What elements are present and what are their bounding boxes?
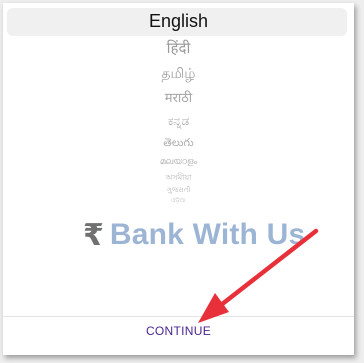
- language-option[interactable]: हिंदी: [3, 41, 354, 56]
- language-option[interactable]: ગુજરાતી: [3, 187, 354, 194]
- language-option[interactable]: অসমীয়া: [3, 174, 354, 182]
- brand-logo: ₹ Bank With Us: [83, 215, 305, 255]
- rupee-icon: ₹: [83, 217, 104, 253]
- language-selection-screen: English हिंदी தமிழ் मराठी ಕನ್ನಡ తెలుగు മ…: [3, 3, 354, 355]
- language-option[interactable]: മലയാളം: [3, 158, 354, 167]
- footer-divider: [3, 316, 354, 317]
- continue-button[interactable]: CONTINUE: [3, 324, 354, 338]
- brand-name: Bank With Us: [109, 218, 306, 251]
- language-option[interactable]: తెలుగు: [3, 137, 354, 148]
- language-option[interactable]: ಕನ್ನಡ: [3, 115, 354, 127]
- language-option[interactable]: मराठी: [3, 92, 354, 105]
- language-option[interactable]: தமிழ்: [3, 67, 354, 81]
- language-option[interactable]: ଓଡ଼ିଆ: [3, 198, 354, 204]
- language-option-selected[interactable]: English: [3, 12, 354, 30]
